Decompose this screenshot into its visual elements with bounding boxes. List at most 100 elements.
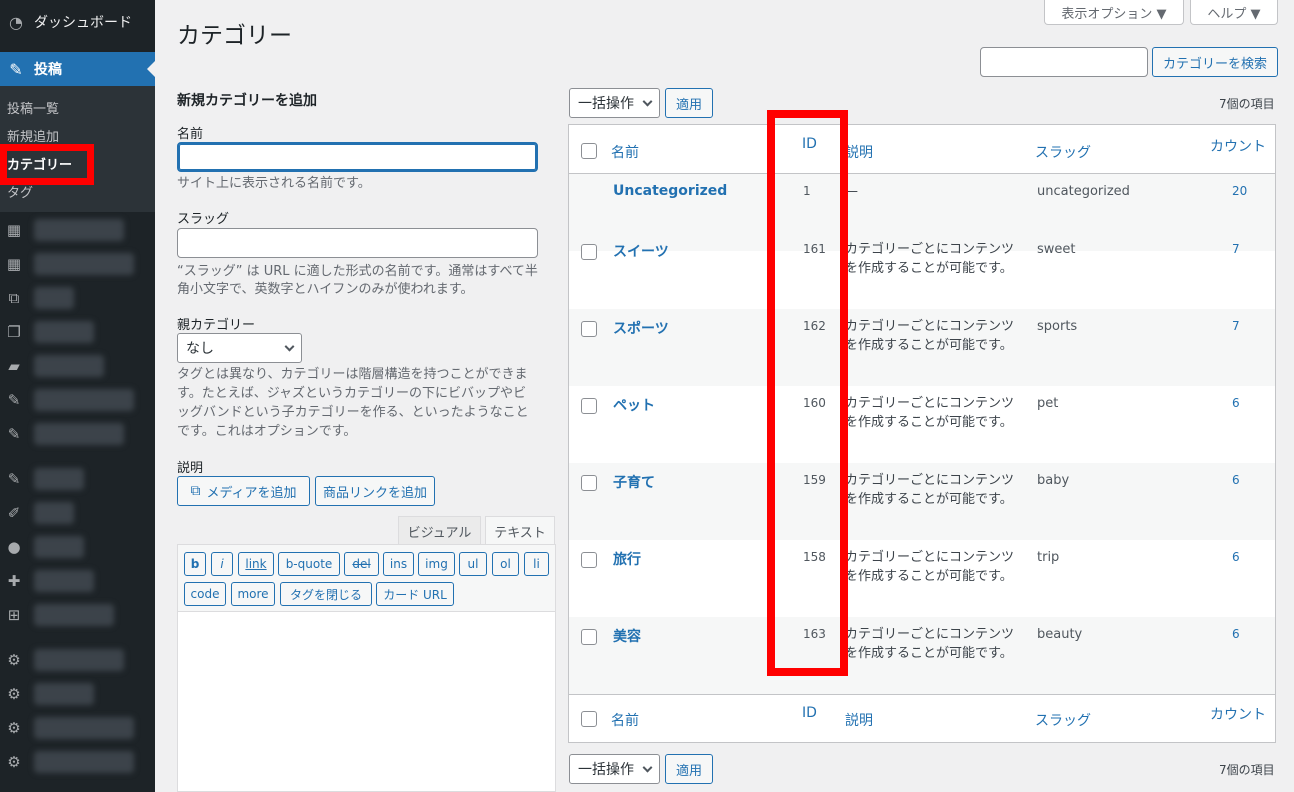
column-count-footer[interactable]: カウント <box>1210 704 1266 724</box>
qt-bold-button[interactable]: b <box>184 552 206 576</box>
submenu-all-posts[interactable]: 投稿一覧 <box>7 98 59 117</box>
search-input[interactable] <box>980 47 1148 77</box>
category-slug: trip <box>1037 550 1060 565</box>
qt-code-button[interactable]: code <box>184 582 226 606</box>
blurred-menu-item[interactable]: ● <box>0 530 155 564</box>
blurred-menu-item[interactable]: ❐ <box>0 315 155 349</box>
qt-more-button[interactable]: more <box>231 582 275 606</box>
bulk-action-value: 一括操作 <box>578 762 634 778</box>
blurred-menu-item[interactable]: ⧉ <box>0 281 155 315</box>
category-count-link[interactable]: 6 <box>1232 627 1240 641</box>
wrench-icon: ✚ <box>7 572 21 590</box>
parent-category-select[interactable]: なし <box>177 333 302 363</box>
category-count-link[interactable]: 7 <box>1232 242 1240 256</box>
slug-label: スラッグ <box>177 212 230 227</box>
category-count-link[interactable]: 20 <box>1232 184 1247 198</box>
category-count-link[interactable]: 6 <box>1232 550 1240 564</box>
column-slug-header[interactable]: スラッグ <box>1035 142 1091 162</box>
qt-li-button[interactable]: li <box>524 552 549 576</box>
gear-icon: ⚙ <box>7 685 21 703</box>
slug-input[interactable] <box>177 228 538 258</box>
gear-icon: ⚙ <box>7 651 21 669</box>
row-checkbox[interactable] <box>581 475 597 491</box>
form-heading: 新規カテゴリーを追加 <box>177 93 317 109</box>
blurred-menu-item[interactable]: ▦ <box>0 213 155 247</box>
qt-del-button[interactable]: del <box>344 552 379 576</box>
categories-table: 名前 ID 説明 スラッグ カウント Uncategorized 1 — unc… <box>568 124 1276 743</box>
bulk-action-select-bottom[interactable]: 一括操作 <box>569 754 660 784</box>
blurred-menu-item[interactable]: ✎ <box>0 383 155 417</box>
pages-icon: ❐ <box>7 323 21 341</box>
qt-ol-button[interactable]: ol <box>492 552 519 576</box>
tab-text[interactable]: テキスト <box>485 516 555 545</box>
category-name-link[interactable]: 美容 <box>613 626 641 646</box>
apply-button-top[interactable]: 適用 <box>665 88 713 118</box>
search-categories-button[interactable]: カテゴリーを検索 <box>1152 47 1278 77</box>
column-count-header[interactable]: カウント <box>1210 136 1266 156</box>
parent-category-value: なし <box>186 341 214 357</box>
select-all-checkbox[interactable] <box>581 143 597 159</box>
pin-icon: ✎ <box>7 391 21 409</box>
row-checkbox[interactable] <box>581 398 597 414</box>
qt-ins-button[interactable]: ins <box>383 552 414 576</box>
tab-visual[interactable]: ビジュアル <box>398 516 481 545</box>
category-name-link[interactable]: 子育て <box>613 472 655 492</box>
category-name-link[interactable]: スイーツ <box>613 241 669 261</box>
qt-img-button[interactable]: img <box>418 552 455 576</box>
table-row: 旅行 158 カテゴリーごとにコンテンツを作成することが可能です。 trip 6 <box>569 540 1275 617</box>
column-name-footer[interactable]: 名前 <box>611 710 639 730</box>
add-product-link-button[interactable]: 商品リンクを追加 <box>315 476 435 506</box>
chevron-down-icon <box>642 762 653 773</box>
submenu-add-new[interactable]: 新規追加 <box>7 126 59 145</box>
qt-ul-button[interactable]: ul <box>459 552 487 576</box>
column-description-footer: 説明 <box>845 713 873 729</box>
column-name-header[interactable]: 名前 <box>611 142 639 162</box>
brush-icon: ✐ <box>7 504 21 522</box>
qt-bquote-button[interactable]: b-quote <box>278 552 340 576</box>
blurred-menu-item[interactable]: ⊞ <box>0 598 155 632</box>
help-button[interactable]: ヘルプ ▼ <box>1190 0 1278 25</box>
table-row: スイーツ 161 カテゴリーごとにコンテンツを作成することが可能です。 swee… <box>569 232 1275 309</box>
category-description: カテゴリーごとにコンテンツを作成することが可能です。 <box>845 627 1015 661</box>
column-slug-footer[interactable]: スラッグ <box>1035 710 1091 730</box>
category-count-link[interactable]: 7 <box>1232 319 1240 333</box>
bulk-action-select-top[interactable]: 一括操作 <box>569 88 660 118</box>
blurred-menu-item[interactable]: ▰ <box>0 349 155 383</box>
category-count-link[interactable]: 6 <box>1232 473 1240 487</box>
blurred-menu-item[interactable]: ✎ <box>0 417 155 451</box>
qt-link-button[interactable]: link <box>238 552 274 576</box>
blurred-menu-item[interactable]: ✎ <box>0 462 155 496</box>
blurred-menu-item[interactable]: ⚙ <box>0 677 155 711</box>
grid-icon: ▦ <box>6 221 22 239</box>
category-name-link[interactable]: スポーツ <box>613 318 669 338</box>
category-slug: pet <box>1037 396 1059 411</box>
category-name-link[interactable]: ペット <box>613 395 655 415</box>
apply-button-bottom[interactable]: 適用 <box>665 754 713 784</box>
blurred-menu-item[interactable]: ✚ <box>0 564 155 598</box>
select-all-checkbox-footer[interactable] <box>581 711 597 727</box>
blurred-menu-item[interactable]: ⚙ <box>0 711 155 745</box>
row-checkbox[interactable] <box>581 629 597 645</box>
qt-card-url-button[interactable]: カード URL <box>376 582 454 606</box>
description-editor[interactable]: b i link b-quote del ins img ul ol li co… <box>177 544 556 792</box>
category-name-link[interactable]: 旅行 <box>613 549 641 569</box>
media-icon: ⧉ <box>190 483 201 499</box>
qt-close-tags-button[interactable]: タグを閉じる <box>280 582 372 606</box>
category-name-link[interactable]: Uncategorized <box>613 183 727 199</box>
blurred-menu-item[interactable]: ⚙ <box>0 643 155 677</box>
row-checkbox[interactable] <box>581 552 597 568</box>
menu-dashboard[interactable]: ◔ ダッシュボード <box>0 5 155 39</box>
blurred-menu-item[interactable]: ✐ <box>0 496 155 530</box>
column-id-footer[interactable]: ID <box>802 705 817 721</box>
menu-posts[interactable]: ✎ 投稿 <box>0 52 155 86</box>
row-checkbox[interactable] <box>581 244 597 260</box>
screen-options-button[interactable]: 表示オプション ▼ <box>1044 0 1184 25</box>
gear-icon: ⚙ <box>7 719 21 737</box>
row-checkbox[interactable] <box>581 321 597 337</box>
category-count-link[interactable]: 6 <box>1232 396 1240 410</box>
blurred-menu-item[interactable]: ▦ <box>0 247 155 281</box>
qt-italic-button[interactable]: i <box>211 552 233 576</box>
add-media-button[interactable]: ⧉ メディアを追加 <box>177 476 310 506</box>
name-input[interactable] <box>177 142 538 172</box>
blurred-menu-item[interactable]: ⚙ <box>0 745 155 779</box>
